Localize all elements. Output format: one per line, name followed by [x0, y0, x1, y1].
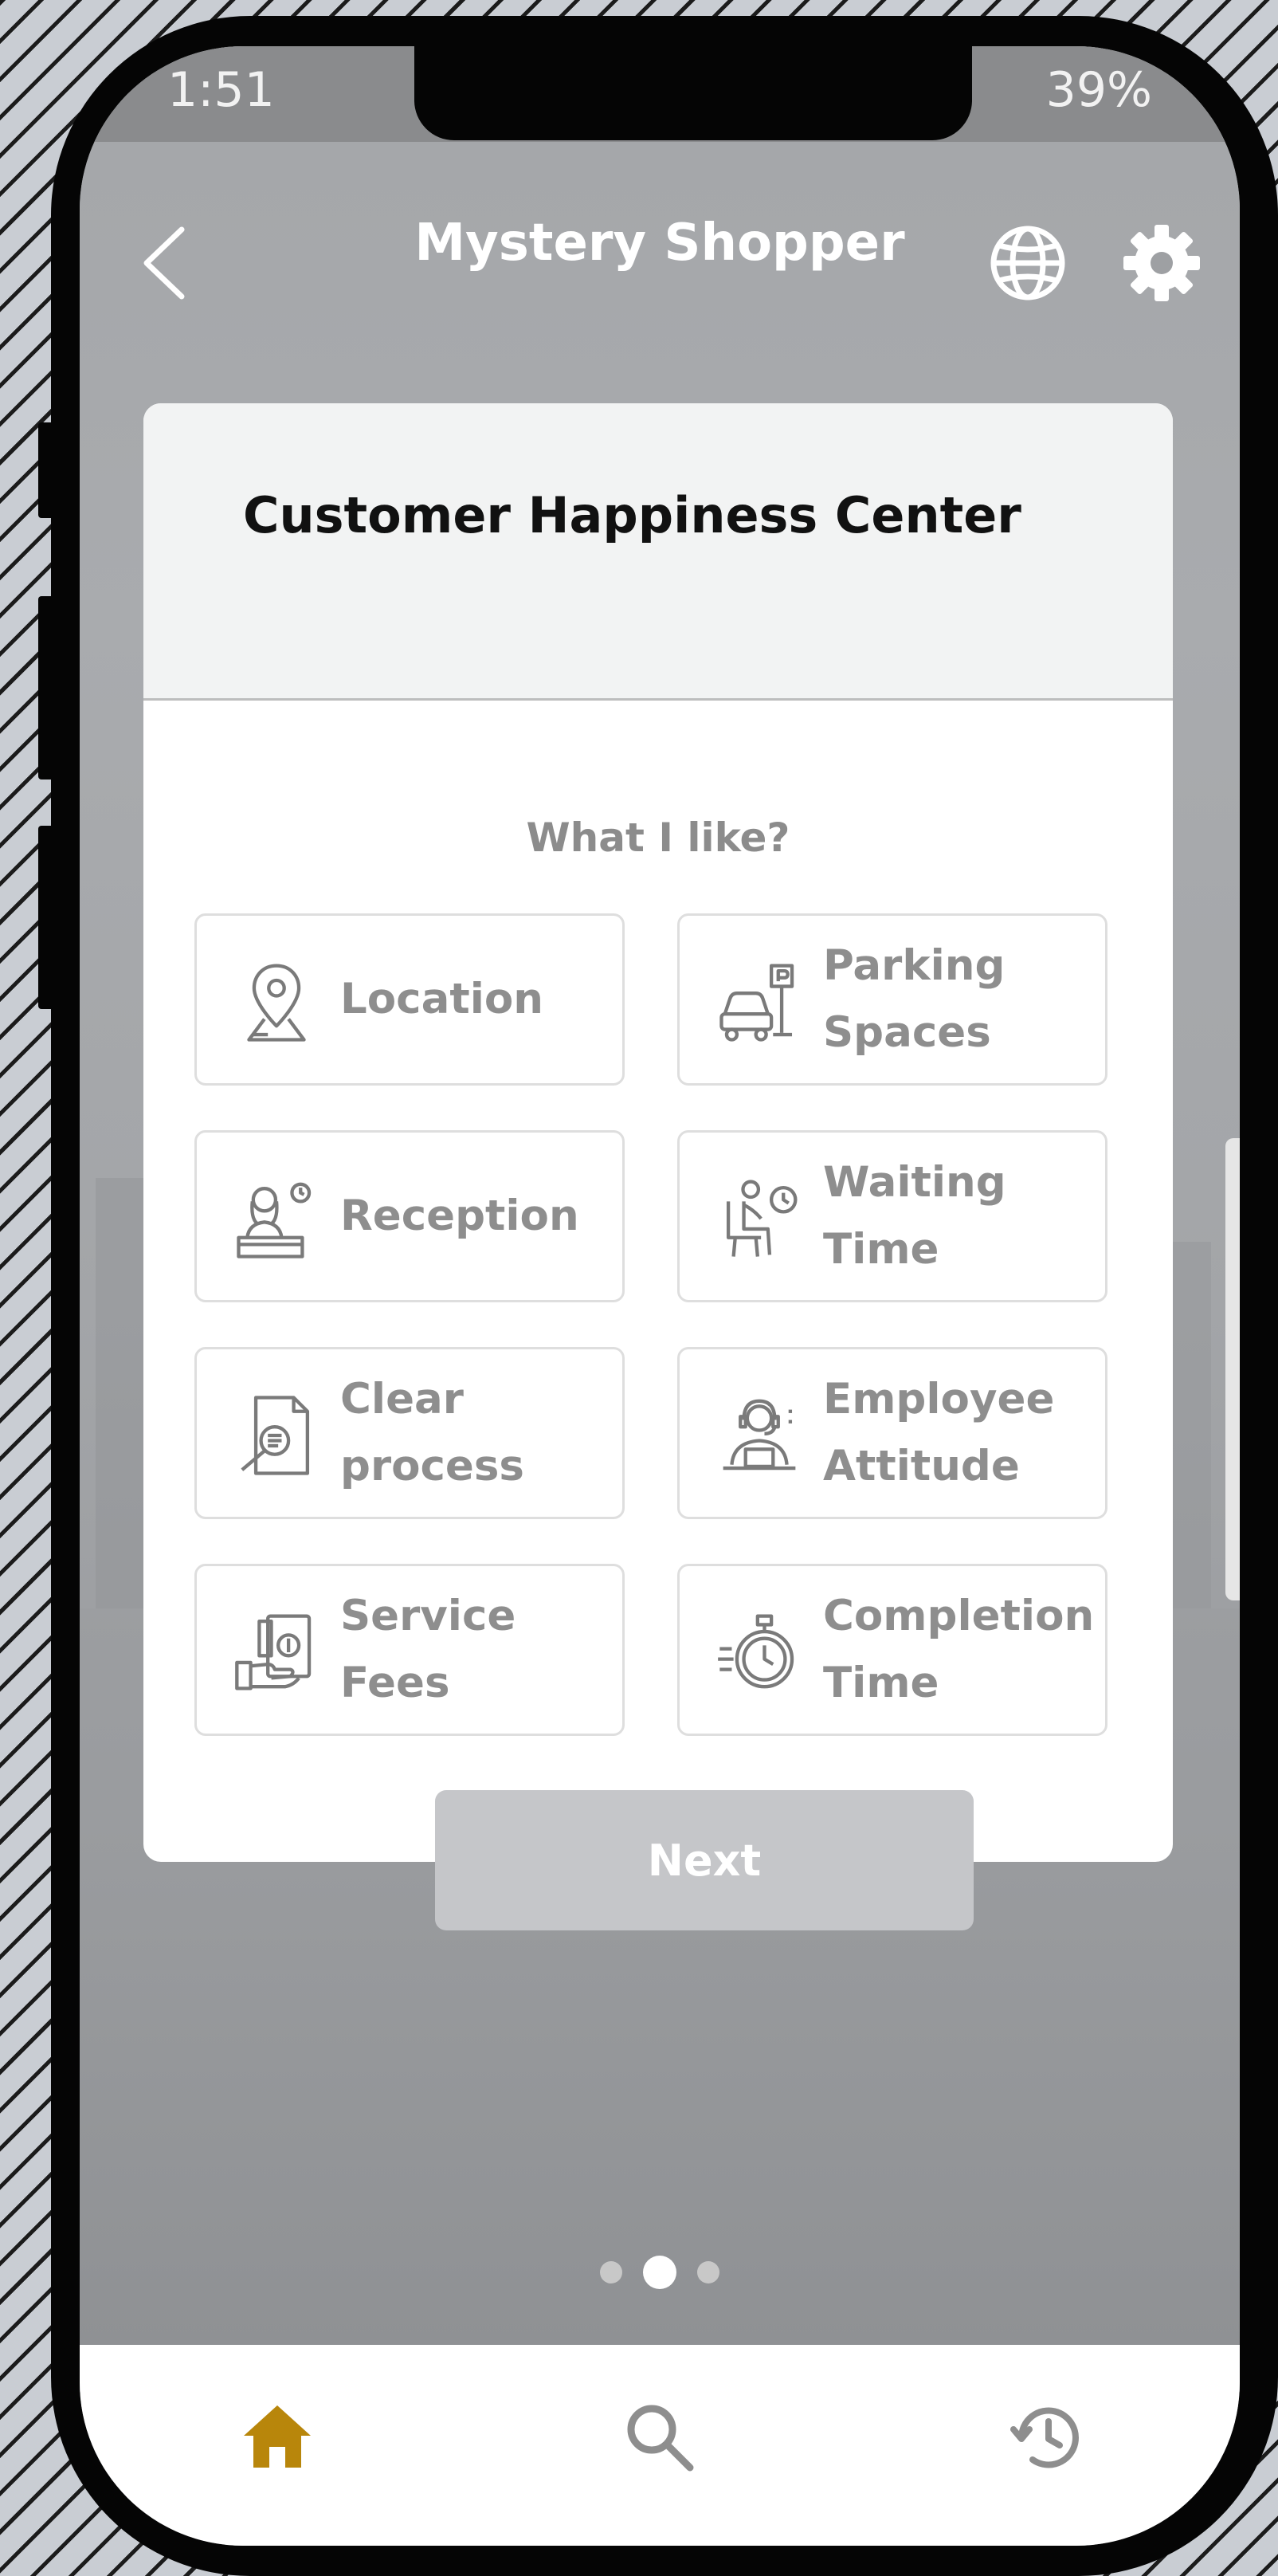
document-search-icon: [241, 1396, 310, 1475]
search-icon[interactable]: [620, 2397, 700, 2477]
option-label: Parking Spaces: [823, 941, 1006, 1057]
option-employee-attitude[interactable]: Employee Attitude: [677, 1347, 1107, 1519]
globe-icon[interactable]: [988, 223, 1068, 303]
parking-car-icon: [719, 964, 794, 1042]
pagination-dot-active[interactable]: [643, 2256, 676, 2289]
option-location[interactable]: Location: [194, 913, 625, 1086]
pagination-dot[interactable]: [600, 2261, 622, 2283]
card-title: Customer Happiness Center: [243, 486, 1021, 544]
map-pin-icon: [247, 964, 306, 1042]
option-parking-spaces[interactable]: Parking Spaces: [677, 913, 1107, 1086]
survey-card: Customer Happiness Center What I like? L…: [143, 403, 1173, 1862]
hand-money-icon: [235, 1614, 312, 1690]
option-completion-time[interactable]: Completion Time: [677, 1564, 1107, 1736]
option-label: Reception: [340, 1192, 579, 1240]
phone-notch: [414, 46, 972, 140]
option-label: Completion Time: [823, 1592, 1095, 1707]
waiting-person-clock-icon: [726, 1180, 798, 1257]
pagination-dots: [80, 2256, 1240, 2289]
phone-frame: 1:51 39% Mystery Shopper Customer Happin…: [51, 16, 1278, 2576]
option-waiting-time[interactable]: Waiting Time: [677, 1130, 1107, 1302]
option-label: Service Fees: [340, 1592, 516, 1707]
gear-icon[interactable]: [1122, 223, 1202, 303]
employee-headset-icon: [723, 1399, 796, 1471]
history-icon[interactable]: [1006, 2397, 1085, 2477]
option-service-fees[interactable]: Service Fees: [194, 1564, 625, 1736]
next-button[interactable]: Next: [435, 1790, 974, 1930]
status-time: 1:51: [167, 62, 275, 118]
stopwatch-icon: [718, 1614, 794, 1689]
option-label: Location: [340, 975, 544, 1023]
home-icon[interactable]: [237, 2397, 317, 2477]
pagination-dot[interactable]: [697, 2261, 719, 2283]
card-header: Customer Happiness Center: [143, 403, 1173, 701]
option-reception[interactable]: Reception: [194, 1130, 625, 1302]
option-label: Employee Attitude: [823, 1375, 1055, 1490]
option-label: Waiting Time: [823, 1158, 1006, 1274]
receptionist-icon: [237, 1182, 312, 1259]
question-label: What I like?: [526, 815, 790, 861]
bottom-nav: [80, 2345, 1240, 2546]
phone-screen: 1:51 39% Mystery Shopper Customer Happin…: [80, 46, 1240, 2546]
option-clear-process[interactable]: Clear process: [194, 1347, 625, 1519]
side-scroll-indicator: [1225, 1138, 1240, 1600]
status-battery: 39%: [1045, 62, 1152, 118]
option-label: Clear process: [340, 1375, 524, 1490]
